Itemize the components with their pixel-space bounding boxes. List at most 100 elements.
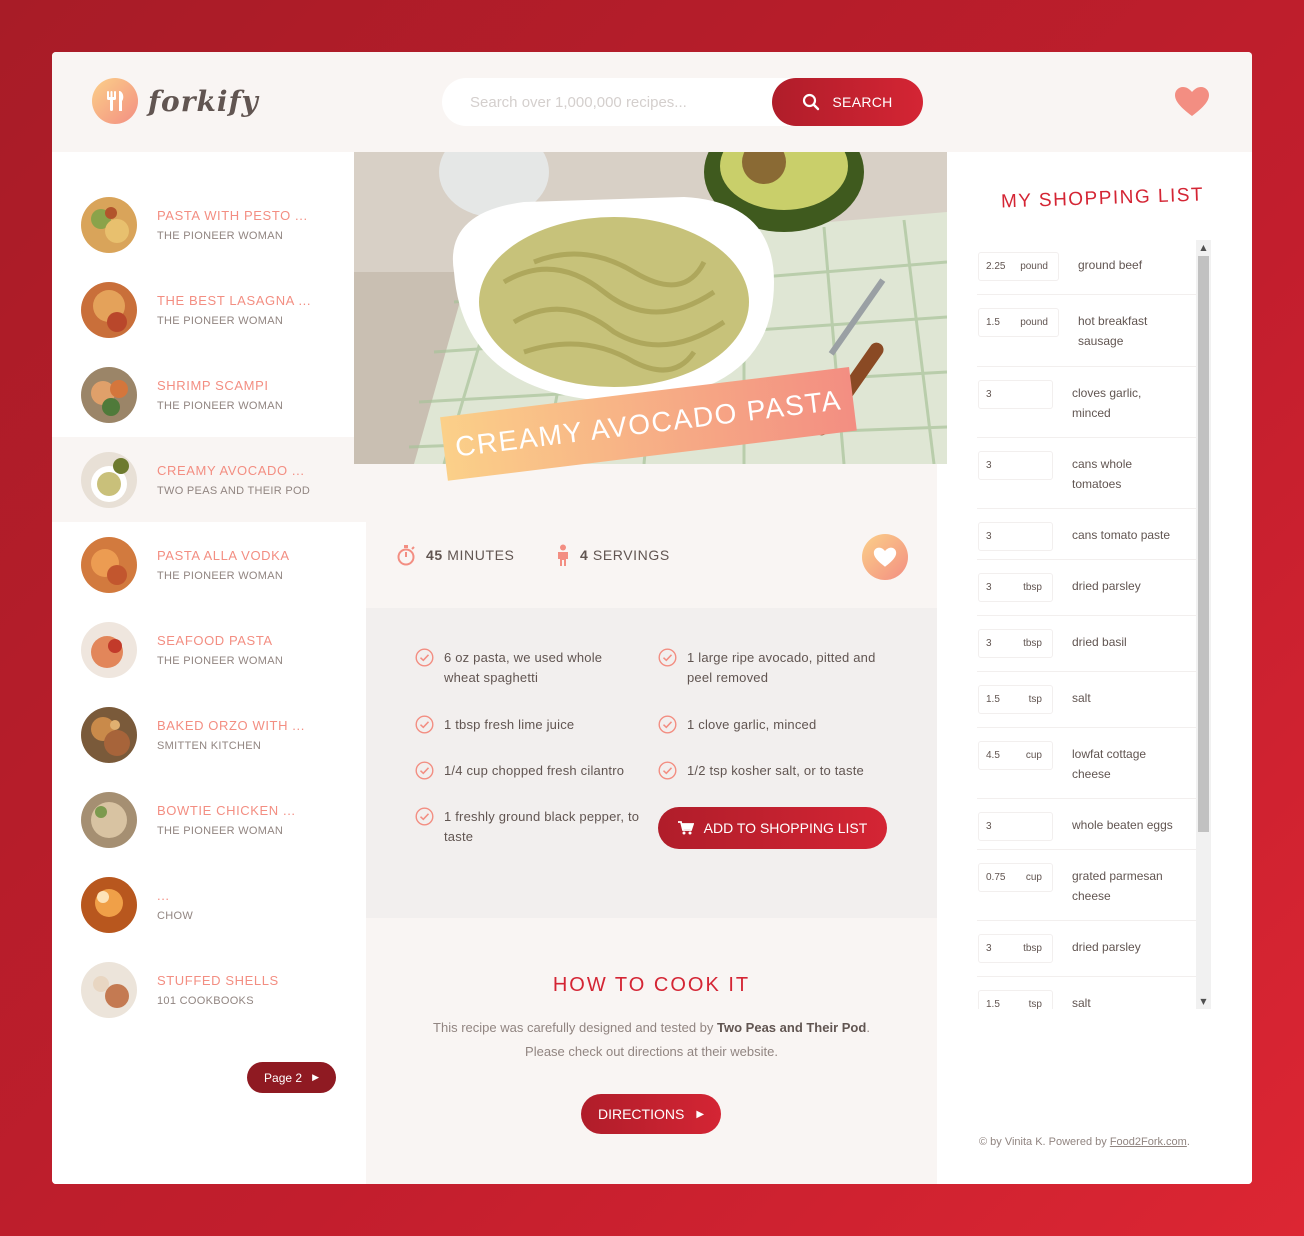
result-item[interactable]: ... CHOW xyxy=(52,862,366,947)
ingredient-name: ground beef xyxy=(1078,258,1143,272)
check-circle-icon xyxy=(415,807,434,826)
result-item[interactable]: PASTA ALLA VODKA THE PIONEER WOMAN xyxy=(52,522,366,607)
ingredient-name: cans whole tomatoes xyxy=(1072,457,1133,491)
result-item[interactable]: BOWTIE CHICKEN ... THE PIONEER WOMAN xyxy=(52,777,366,862)
search-input[interactable] xyxy=(470,90,760,114)
ingredient-text: 1 large ripe avocado, pitted and peel re… xyxy=(687,650,876,685)
quantity-input[interactable]: 2.25 pound xyxy=(978,252,1059,281)
ingredient-name: dried parsley xyxy=(1072,940,1141,954)
quantity-input[interactable]: 3 xyxy=(978,812,1053,841)
ingredient-name: cloves garlic, minced xyxy=(1072,386,1142,420)
result-item[interactable]: STUFFED SHELLS 101 COOKBOOKS xyxy=(52,947,366,1032)
ingredient-name: salt xyxy=(1072,691,1091,705)
result-text: PASTA WITH PESTO ... THE PIONEER WOMAN xyxy=(157,208,308,242)
result-title: THE BEST LASAGNA ... xyxy=(157,292,312,308)
shopping-list[interactable]: 2.25 pound ground beef 1.5 pound hot break… xyxy=(977,240,1196,1009)
page-button-label: Page 2 xyxy=(264,1070,303,1085)
shopping-cart-icon xyxy=(677,821,694,835)
copyright: © by Vinita K. Powered by Food2Fork.com. xyxy=(979,1136,1190,1148)
result-thumbnail xyxy=(81,962,137,1018)
result-text: THE BEST LASAGNA ... THE PIONEER WOMAN xyxy=(157,293,311,327)
like-recipe-button[interactable] xyxy=(862,534,908,580)
quantity-input[interactable]: 3 xyxy=(978,380,1053,409)
recipe-panel: CREAMY AVOCADO PASTA 45 MINUTES 4 SERVIN… xyxy=(354,152,947,1184)
shopping-list-title: MY SHOPPING LIST xyxy=(1000,184,1205,213)
fork-knife-icon xyxy=(92,78,138,124)
next-page-button[interactable]: Page 2 ▶ xyxy=(247,1062,336,1093)
ingredient-name: hot breakfast sausage xyxy=(1078,314,1148,348)
quantity-count: 3 xyxy=(986,638,992,649)
quantity-unit: cup xyxy=(1025,750,1042,761)
search-icon xyxy=(803,93,820,111)
result-text: SHRIMP SCAMPI THE PIONEER WOMAN xyxy=(157,378,283,412)
result-title: BAKED ORZO WITH ... xyxy=(157,717,305,733)
quantity-count: 3 xyxy=(986,531,992,542)
result-text: BOWTIE CHICKEN ... THE PIONEER WOMAN xyxy=(157,803,296,837)
search-button[interactable]: SEARCH xyxy=(772,78,923,126)
ingredient-text: 1 tbsp fresh lime juice xyxy=(444,717,575,732)
result-thumbnail xyxy=(81,792,137,848)
quantity-input[interactable]: 0.75 cup xyxy=(978,863,1053,892)
result-author: THE PIONEER WOMAN xyxy=(157,569,284,582)
result-thumbnail xyxy=(81,707,137,763)
how-to-title: HOW TO COOK IT xyxy=(552,974,751,996)
result-title: SEAFOOD PASTA xyxy=(157,632,273,648)
time-unit: MINUTES xyxy=(447,547,515,563)
result-thumbnail xyxy=(81,622,137,678)
result-item-active[interactable]: CREAMY AVOCADO ... TWO PEAS AND THEIR PO… xyxy=(52,437,366,522)
result-title: BOWTIE CHICKEN ... xyxy=(157,802,296,818)
quantity-unit: pound xyxy=(1020,261,1048,272)
logo-text: forkify xyxy=(148,84,259,118)
logo[interactable]: forkify xyxy=(92,78,259,124)
result-item[interactable]: PASTA WITH PESTO ... THE PIONEER WOMAN xyxy=(52,182,366,267)
quantity-input[interactable]: 3 xyxy=(978,522,1053,551)
directions-button[interactable]: DIRECTIONS ▶ xyxy=(581,1094,721,1134)
result-item[interactable]: SEAFOOD PASTA THE PIONEER WOMAN xyxy=(52,607,366,692)
person-icon xyxy=(558,544,568,566)
quantity-input[interactable]: 3 tbsp xyxy=(978,934,1053,963)
shopping-item: 1.5 tsp salt xyxy=(977,673,1196,728)
quantity-input[interactable]: 1.5 pound xyxy=(978,308,1059,337)
ingredients-section: 6 oz pasta, we used whole wheat spaghett… xyxy=(366,608,937,918)
scroll-down-arrow-icon[interactable]: ▼ xyxy=(1196,994,1211,1009)
result-item[interactable]: THE BEST LASAGNA ... THE PIONEER WOMAN xyxy=(52,267,366,352)
quantity-count: 3 xyxy=(986,460,992,471)
shopping-item: 3 cloves garlic, minced xyxy=(977,368,1196,438)
result-title: SHRIMP SCAMPI xyxy=(157,377,269,393)
ingredient-name: cans tomato paste xyxy=(1072,528,1171,542)
quantity-input[interactable]: 1.5 tsp xyxy=(978,685,1053,714)
food2fork-link[interactable]: Food2Fork.com xyxy=(1110,1136,1187,1148)
search-form: SEARCH xyxy=(442,78,923,126)
quantity-count: 3 xyxy=(986,389,992,400)
quantity-input[interactable]: 3 tbsp xyxy=(978,573,1053,602)
add-to-list-label: ADD TO SHOPPING LIST xyxy=(703,820,868,836)
result-author: THE PIONEER WOMAN xyxy=(157,229,284,242)
heart-icon xyxy=(873,547,897,567)
result-text: ... CHOW xyxy=(157,888,193,922)
recipe-publisher: Two Peas and Their Pod xyxy=(717,1020,867,1035)
result-text: CREAMY AVOCADO ... TWO PEAS AND THEIR PO… xyxy=(157,463,310,497)
ingredient-name: lowfat cottage cheese xyxy=(1072,747,1147,781)
quantity-input[interactable]: 3 xyxy=(978,451,1053,480)
quantity-unit: tsp xyxy=(1028,999,1042,1009)
result-thumbnail xyxy=(81,452,137,508)
quantity-input[interactable]: 3 tbsp xyxy=(978,629,1053,658)
quantity-count: 4.5 xyxy=(986,750,1000,761)
quantity-count: 3 xyxy=(986,582,992,593)
results-panel: PASTA WITH PESTO ... THE PIONEER WOMAN T… xyxy=(52,152,366,1184)
quantity-input[interactable]: 1.5 tsp xyxy=(978,990,1053,1009)
shopping-item: 3 tbsp dried parsley xyxy=(977,561,1196,616)
result-title: PASTA WITH PESTO ... xyxy=(157,207,308,223)
add-to-shopping-list-button[interactable]: ADD TO SHOPPING LIST xyxy=(658,807,887,849)
likes-heart-icon[interactable] xyxy=(1174,86,1210,122)
result-item[interactable]: SHRIMP SCAMPI THE PIONEER WOMAN xyxy=(52,352,366,437)
ingredient-item: 1 freshly ground black pepper, to taste xyxy=(415,807,640,847)
result-thumbnail xyxy=(81,537,137,593)
scrollbar-thumb[interactable] xyxy=(1198,256,1209,832)
ingredient-item: 6 oz pasta, we used whole wheat spaghett… xyxy=(415,648,640,688)
result-thumbnail xyxy=(81,367,137,423)
quantity-input[interactable]: 4.5 cup xyxy=(978,741,1053,770)
directions-label: DIRECTIONS xyxy=(597,1106,685,1122)
result-item[interactable]: BAKED ORZO WITH ... SMITTEN KITCHEN xyxy=(52,692,366,777)
scroll-up-arrow-icon[interactable]: ▲ xyxy=(1196,240,1211,255)
